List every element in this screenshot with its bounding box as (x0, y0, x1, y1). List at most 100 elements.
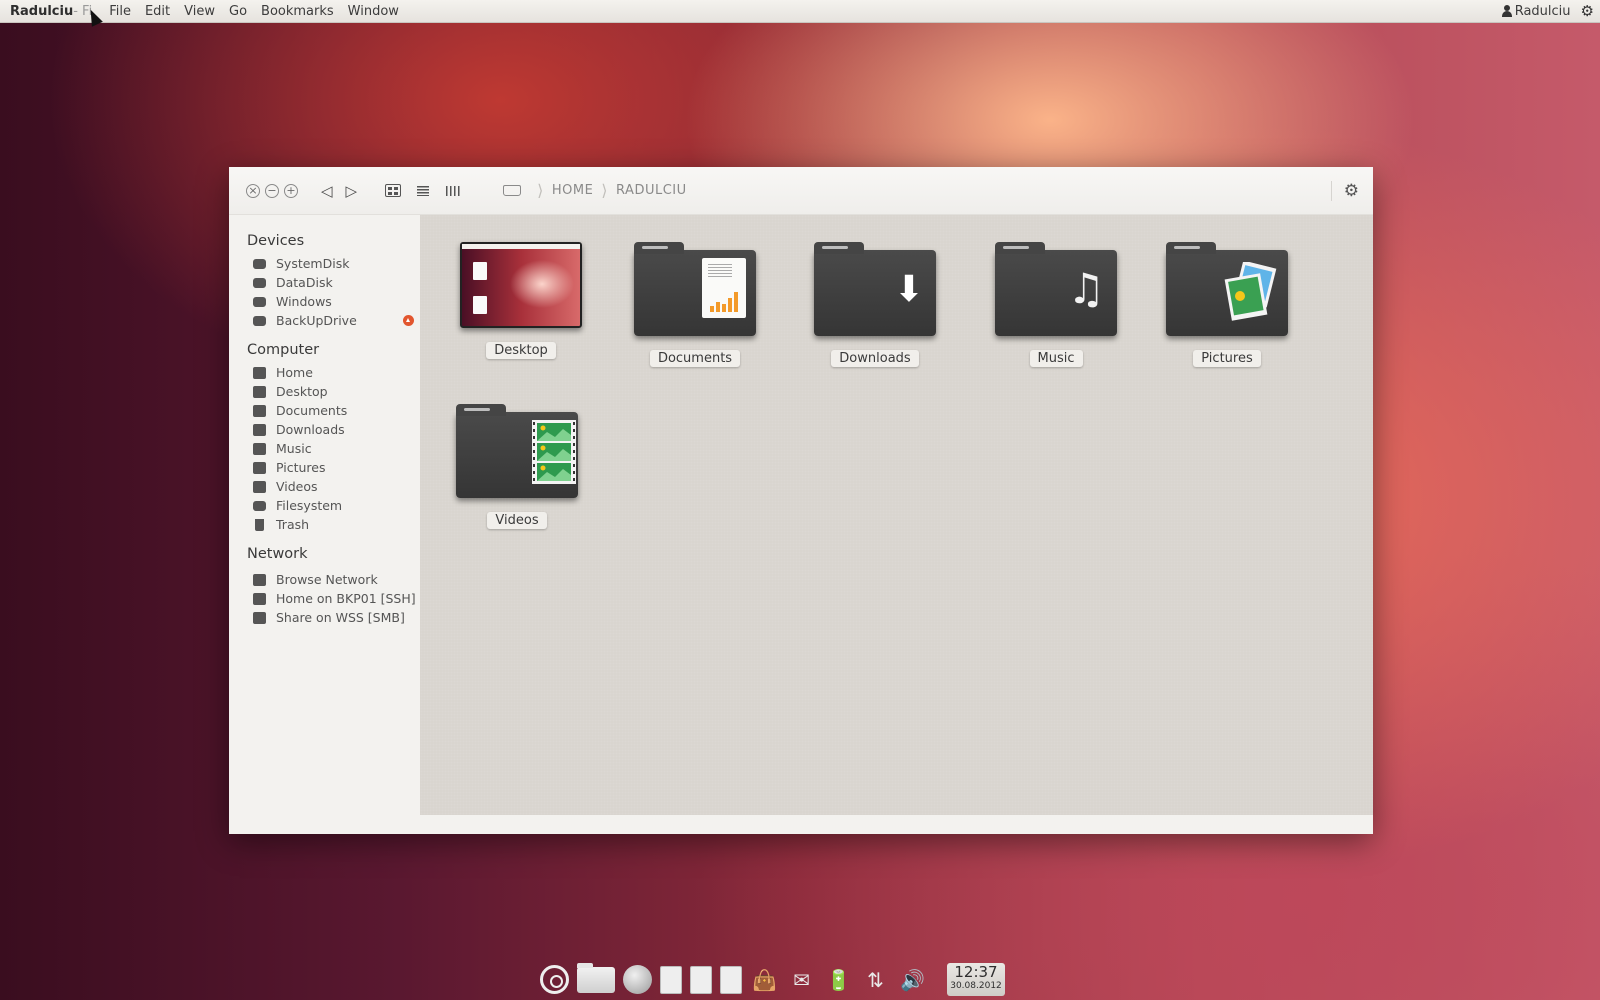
ubuntu-logo-icon[interactable] (540, 965, 569, 994)
presentation-icon[interactable] (720, 965, 742, 994)
sidebar-item-label: Browse Network (276, 572, 378, 587)
breadcrumb-home[interactable]: HOME (552, 183, 593, 198)
battery-icon[interactable]: 🔋 (824, 965, 853, 994)
download-arrow-icon: ⬇ (893, 269, 924, 310)
sidebar-item-label: Share on WSS [SMB] (276, 610, 405, 625)
maximize-button[interactable]: + (284, 183, 298, 198)
sidebar-item-label: Trash (276, 517, 310, 532)
section-network: Network (247, 546, 308, 562)
folder-pictures[interactable]: Pictures (1162, 242, 1292, 367)
folder-label: Videos (487, 512, 547, 529)
column-view-button[interactable] (443, 182, 463, 200)
list-view-button[interactable] (413, 182, 433, 200)
folder-label: Pictures (1193, 350, 1261, 367)
document-lines (708, 264, 732, 278)
sidebar-item-videos[interactable]: Videos (229, 477, 420, 496)
sidebar-item-home[interactable]: Home (229, 363, 420, 382)
mail-envelope-icon[interactable]: ✉ (787, 965, 816, 994)
sidebar: Devices SystemDisk DataDisk Windows Back… (229, 215, 420, 834)
forward-button[interactable]: ▷ (346, 182, 358, 200)
desktop-folder-icon (253, 385, 266, 398)
section-computer: Computer (247, 342, 320, 358)
network-arrows-icon[interactable]: ⇅ (861, 965, 890, 994)
sidebar-item-trash[interactable]: Trash (229, 515, 420, 534)
toolbar: × − + ◁ ▷ ⟩ HOME ⟩ RADULCIU ⚙ (229, 167, 1373, 215)
sidebar-item-backupdrive[interactable]: BackUpDrive (229, 311, 420, 330)
folder-label: Downloads (831, 350, 919, 367)
drive-icon[interactable] (503, 185, 522, 196)
folder-icon: ⬇ (814, 242, 936, 336)
browser-globe-icon[interactable] (623, 965, 652, 994)
minimize-button[interactable]: − (265, 183, 279, 198)
pictures-folder-icon (253, 461, 266, 474)
sidebar-item-label: DataDisk (276, 275, 333, 290)
folder-icon (1166, 242, 1288, 336)
gear-icon[interactable]: ⚙ (1581, 2, 1594, 20)
sidebar-item-desktop[interactable]: Desktop (229, 382, 420, 401)
breadcrumb: ⟩ HOME ⟩ RADULCIU (503, 181, 687, 200)
videos-folder-icon (253, 480, 266, 493)
software-center-bag-icon[interactable]: 👜 (750, 965, 779, 994)
sidebar-item-label: Videos (276, 479, 318, 494)
menu-bookmarks[interactable]: Bookmarks (254, 4, 341, 19)
clock[interactable]: 12:37 30.08.2012 (947, 963, 1005, 996)
drive-icon (253, 258, 266, 269)
sidebar-item-datadisk[interactable]: DataDisk (229, 273, 420, 292)
sidebar-item-documents[interactable]: Documents (229, 401, 420, 420)
menu-window[interactable]: Window (341, 4, 406, 19)
user-menu[interactable]: Radulciu (1501, 4, 1571, 19)
sidebar-item-label: Desktop (276, 384, 328, 399)
terminal-icon (253, 592, 266, 605)
status-strip (420, 815, 1373, 834)
sidebar-item-filesystem[interactable]: Filesystem (229, 496, 420, 515)
app-title-name: Radulciu (10, 3, 74, 19)
folder-tab (814, 242, 864, 254)
content-area: Desktop Documents ⬇ Downloads ♫ Music Pi… (420, 215, 1373, 815)
sidebar-item-label: Windows (276, 294, 332, 309)
files-launcher-icon[interactable] (577, 962, 615, 993)
sidebar-item-systemdisk[interactable]: SystemDisk (229, 254, 420, 273)
folder-icon (634, 242, 756, 336)
volume-icon[interactable]: 🔊 (898, 965, 927, 994)
menu-edit[interactable]: Edit (138, 4, 177, 19)
sidebar-item-windows[interactable]: Windows (229, 292, 420, 311)
drive-icon (253, 315, 266, 326)
folder-downloads[interactable]: ⬇ Downloads (810, 242, 940, 367)
eject-icon[interactable] (403, 315, 414, 326)
user-icon (1501, 5, 1512, 17)
sidebar-item-downloads[interactable]: Downloads (229, 420, 420, 439)
folder-documents[interactable]: Documents (630, 242, 760, 367)
sidebar-item-smb-share[interactable]: Share on WSS [SMB] (229, 608, 420, 627)
columns-icon (446, 185, 461, 196)
breadcrumb-separator: ⟩ (537, 181, 544, 200)
folder-tab (634, 242, 684, 254)
back-button[interactable]: ◁ (321, 182, 333, 200)
text-document-icon[interactable] (660, 965, 682, 994)
document-bars (710, 292, 738, 312)
sidebar-item-label: Music (276, 441, 312, 456)
menu-go[interactable]: Go (222, 4, 254, 19)
folder-music[interactable]: ♫ Music (991, 242, 1121, 367)
document-icon (473, 296, 487, 314)
folder-desktop[interactable]: Desktop (456, 242, 586, 359)
network-folder-icon (253, 573, 266, 586)
top-panel: Radulciu- Fi File Edit View Go Bookmarks… (0, 0, 1600, 23)
breadcrumb-radulciu[interactable]: RADULCIU (616, 183, 687, 198)
menu-view[interactable]: View (177, 4, 222, 19)
icon-view-button[interactable] (383, 182, 403, 200)
sidebar-item-music[interactable]: Music (229, 439, 420, 458)
document-sheet (702, 258, 746, 318)
settings-gear-icon[interactable]: ⚙ (1330, 180, 1359, 201)
section-devices: Devices (247, 233, 305, 249)
music-note-icon: ♫ (1067, 264, 1105, 313)
folder-videos[interactable]: Videos (452, 404, 582, 529)
sidebar-item-label: SystemDisk (276, 256, 350, 271)
sidebar-item-pictures[interactable]: Pictures (229, 458, 420, 477)
close-button[interactable]: × (246, 183, 260, 198)
breadcrumb-separator: ⟩ (601, 181, 609, 200)
folder-label: Desktop (486, 342, 556, 359)
spreadsheet-icon[interactable] (690, 965, 712, 994)
sidebar-item-ssh-share[interactable]: Home on BKP01 [SSH] (229, 589, 420, 608)
menu-file[interactable]: File (102, 4, 138, 19)
sidebar-item-browse-network[interactable]: Browse Network (229, 570, 420, 589)
